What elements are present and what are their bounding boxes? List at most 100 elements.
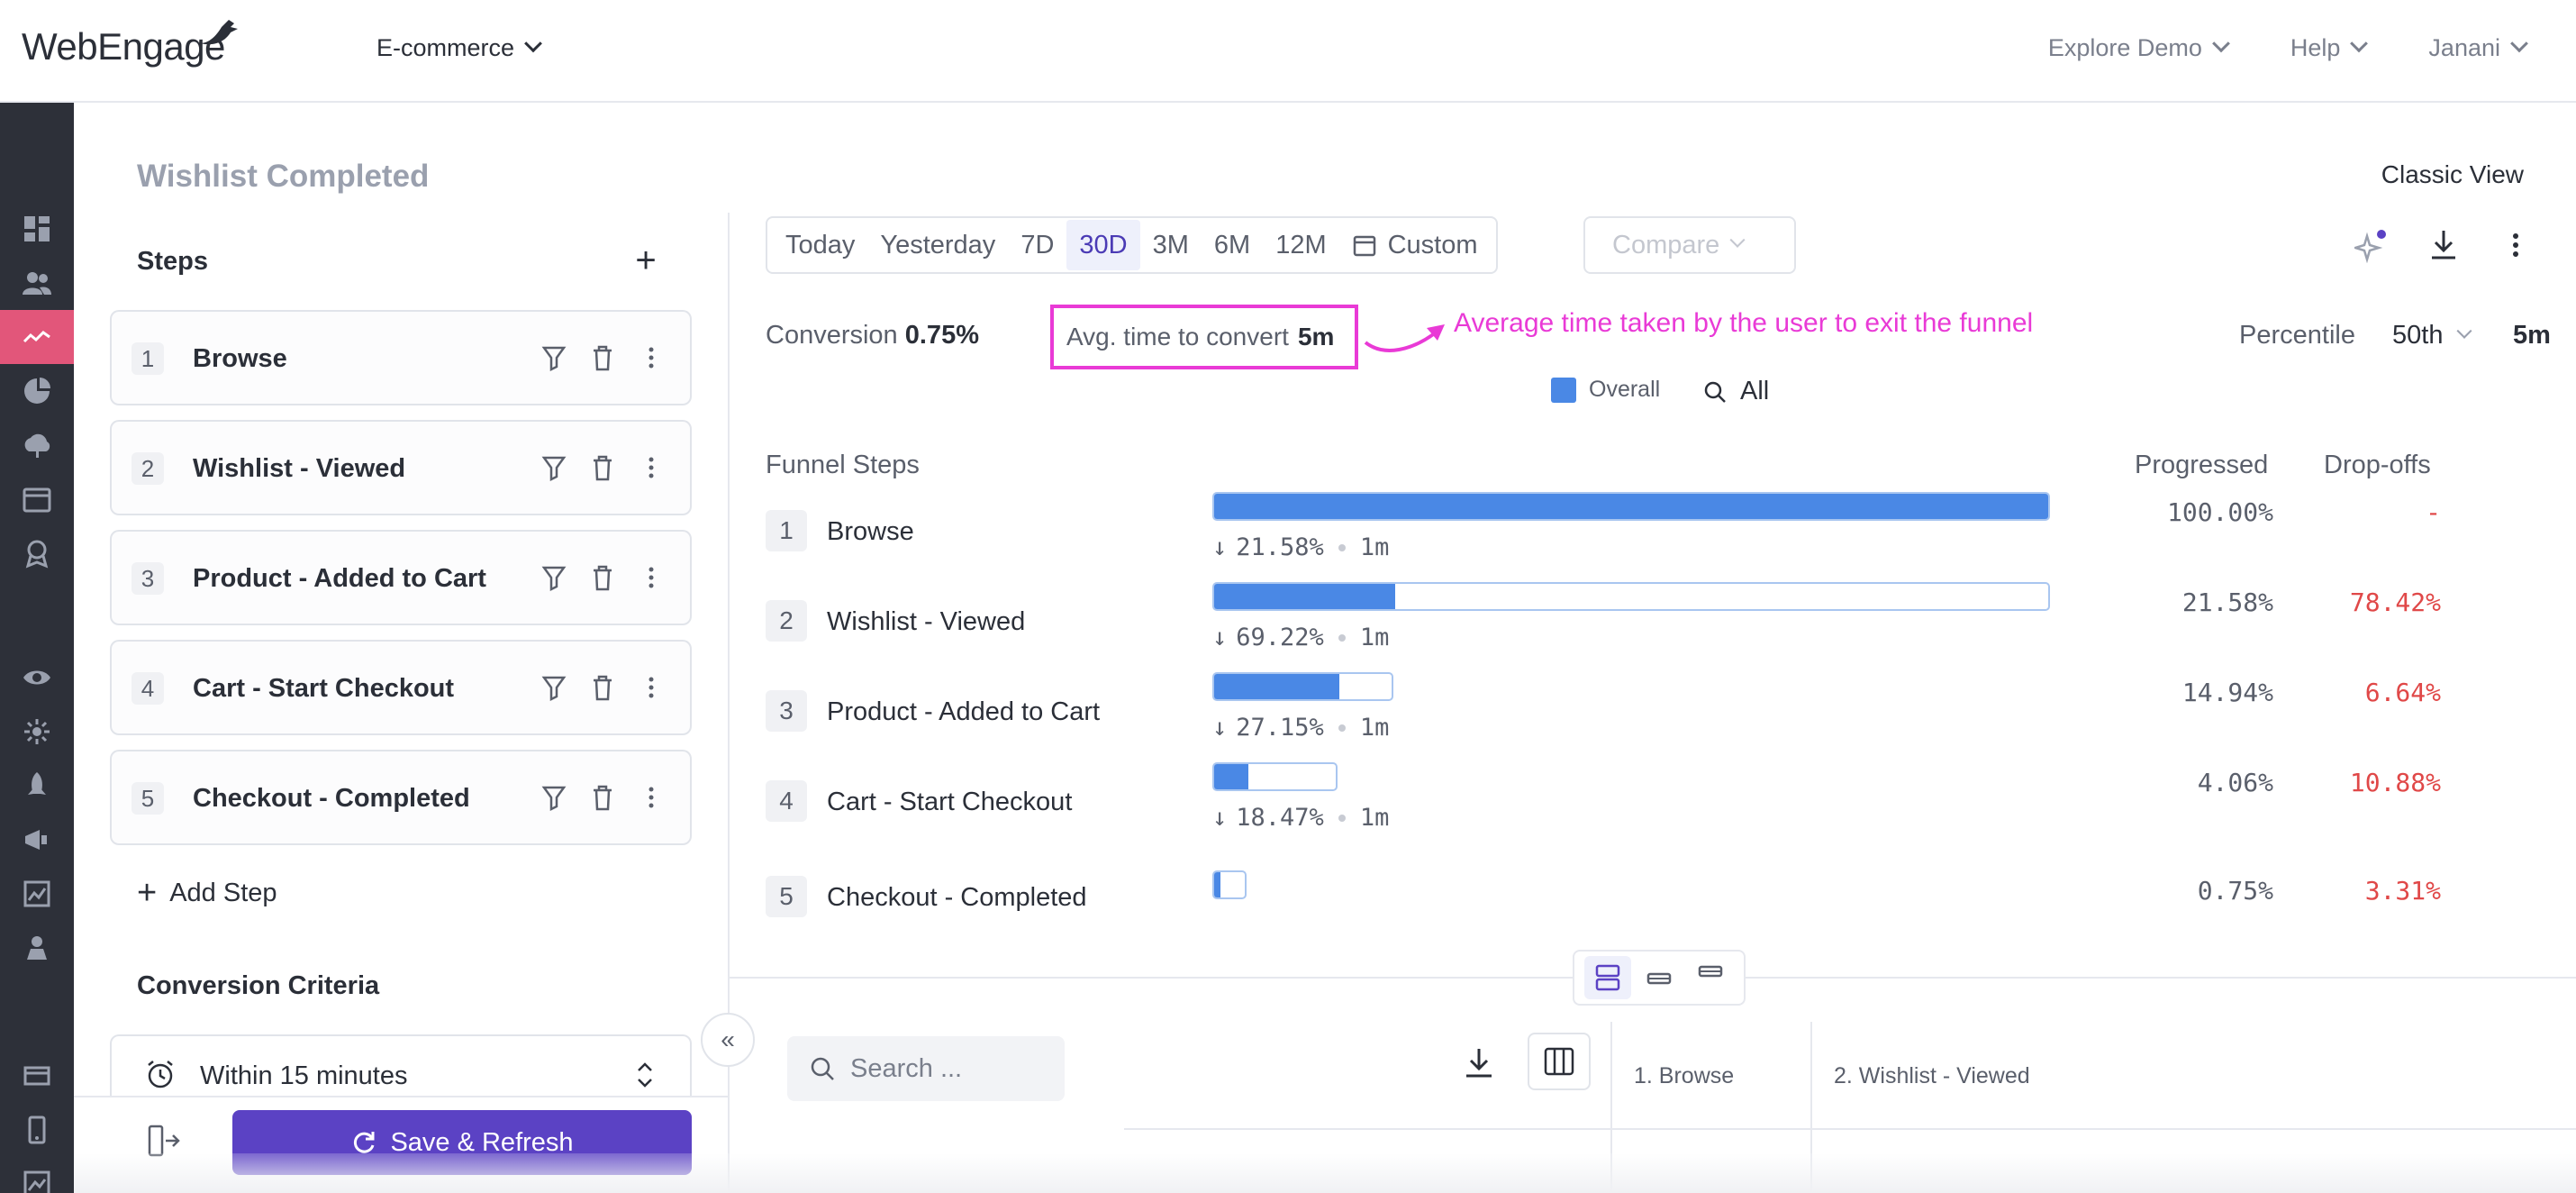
dropoff-value: - (2426, 497, 2441, 527)
funnel-bar[interactable] (1212, 672, 1393, 701)
explore-demo-menu[interactable]: Explore Demo (2048, 33, 2230, 62)
delete-icon[interactable] (589, 562, 616, 593)
add-step-plus-button[interactable]: + (625, 240, 667, 281)
nav-dashboard-icon[interactable] (0, 202, 74, 256)
nav-campaign-icon[interactable] (0, 813, 74, 867)
nav-mobile-icon[interactable] (0, 1103, 74, 1157)
step-conversion-pct: 18.47% (1236, 804, 1324, 832)
user-menu[interactable]: Janani (2428, 33, 2528, 62)
step-card[interactable]: 4 Cart - Start Checkout (110, 640, 692, 735)
more-options-icon[interactable] (638, 782, 665, 813)
more-options-icon[interactable] (638, 342, 665, 373)
step-card[interactable]: 5 Checkout - Completed (110, 750, 692, 845)
nav-settings-icon[interactable] (0, 705, 74, 759)
collapsed-view-button[interactable] (1687, 956, 1734, 999)
filter-icon[interactable] (540, 452, 567, 483)
more-options-icon[interactable] (2499, 227, 2533, 263)
nav-reports-icon[interactable] (0, 867, 74, 921)
legend-all-filter[interactable]: All (1702, 377, 1769, 406)
avg-time-to-convert: Avg. time to convert 5m (1050, 305, 1358, 369)
nav-segments-icon[interactable] (0, 364, 74, 418)
page-title[interactable]: Wishlist Completed (137, 159, 429, 195)
progressed-value: 14.94% (2181, 678, 2273, 707)
arrow-down-icon: ↓ (1212, 714, 1228, 742)
calendar-icon (1353, 235, 1375, 257)
nav-analytics-icon[interactable] (0, 310, 74, 364)
compare-dropdown[interactable]: Compare (1583, 216, 1796, 274)
nav-chart-icon[interactable] (0, 1157, 74, 1193)
legend-overall[interactable]: Overall (1551, 377, 1660, 403)
funnel-step-number: 3 (766, 690, 807, 732)
nav-integrations-icon[interactable] (0, 921, 74, 975)
step-card[interactable]: 3 Product - Added to Cart (110, 530, 692, 625)
legend-all-label: All (1740, 377, 1770, 405)
funnel-bar[interactable] (1212, 762, 1338, 791)
tab-7d[interactable]: 7D (1008, 220, 1066, 270)
nav-billing-icon[interactable] (0, 1049, 74, 1103)
delete-icon[interactable] (589, 452, 616, 483)
more-options-icon[interactable] (638, 452, 665, 483)
step-number: 5 (132, 782, 164, 815)
columns-toggle-button[interactable] (1528, 1033, 1591, 1090)
classic-view-link[interactable]: Classic View (2381, 160, 2524, 189)
help-menu[interactable]: Help (2290, 33, 2369, 62)
ai-sparkle-icon[interactable] (2354, 227, 2389, 263)
filter-icon[interactable] (540, 342, 567, 373)
nav-data-platform-icon[interactable] (0, 418, 74, 472)
annotation-text: Average time taken by the user to exit t… (1454, 308, 2034, 338)
tab-30d[interactable]: 30D (1066, 220, 1140, 270)
table-download-icon[interactable] (1461, 1045, 1497, 1081)
arrow-down-icon: ↓ (1212, 624, 1228, 651)
nav-catalog-icon[interactable] (0, 472, 74, 526)
separator-dot (1338, 543, 1346, 551)
percentile-dropdown[interactable]: 50th (2392, 321, 2472, 351)
dropoff-value: 3.31% (2364, 876, 2441, 906)
alarm-clock-icon (148, 1061, 173, 1088)
toolbar-icons (2354, 227, 2533, 263)
chevron-down-icon (2510, 33, 2528, 52)
nav-eye-icon[interactable] (0, 651, 74, 705)
nav-rocket-icon[interactable] (0, 759, 74, 813)
delete-icon[interactable] (589, 342, 616, 373)
delete-icon[interactable] (589, 782, 616, 813)
filter-icon[interactable] (540, 672, 567, 703)
project-dropdown[interactable]: E-commerce (376, 33, 542, 62)
step-conversion-pct: 27.15% (1236, 714, 1324, 742)
funnel-bar[interactable] (1212, 870, 1247, 899)
compact-view-button[interactable] (1636, 956, 1683, 999)
tab-custom[interactable]: Custom (1339, 220, 1491, 270)
funnel-step-number: 2 (766, 600, 807, 642)
expanded-view-button[interactable] (1583, 956, 1631, 999)
up-down-chevron-icon (638, 1062, 652, 1088)
tab-today[interactable]: Today (773, 220, 867, 270)
nav-users-icon[interactable] (0, 256, 74, 310)
table-column-header[interactable]: 1. Browse (1634, 1063, 1734, 1089)
progressed-value: 4.06% (2197, 768, 2273, 797)
table-search-input[interactable]: Search ... (787, 1036, 1065, 1101)
delete-icon[interactable] (589, 672, 616, 703)
more-options-icon[interactable] (638, 562, 665, 593)
top-bar: WebEngage E-commerce Explore Demo Help J… (0, 0, 2576, 103)
step-card[interactable]: 1 Browse (110, 310, 692, 405)
annotation-arrow-icon (1364, 324, 1445, 352)
step-time: 1m (1359, 624, 1390, 651)
tab-12m[interactable]: 12M (1263, 220, 1338, 270)
tab-6m[interactable]: 6M (1202, 220, 1263, 270)
funnel-bar[interactable] (1212, 582, 2050, 611)
more-options-icon[interactable] (638, 672, 665, 703)
step-card[interactable]: 2 Wishlist - Viewed (110, 420, 692, 515)
chevron-down-icon (2350, 33, 2369, 52)
tab-yesterday[interactable]: Yesterday (867, 220, 1008, 270)
collapse-panel-button[interactable]: « (701, 1013, 755, 1067)
table-column-header[interactable]: 2. Wishlist - Viewed (1834, 1063, 2030, 1089)
nav-badge-icon[interactable] (0, 526, 74, 580)
tab-3m[interactable]: 3M (1140, 220, 1202, 270)
funnel-step-number: 5 (766, 876, 807, 917)
add-step-button[interactable]: + Add Step (137, 874, 277, 913)
steps-title: Steps (137, 247, 208, 276)
step-time: 1m (1359, 533, 1390, 561)
download-icon[interactable] (2426, 227, 2461, 263)
filter-icon[interactable] (540, 562, 567, 593)
funnel-bar[interactable] (1212, 492, 2050, 521)
filter-icon[interactable] (540, 782, 567, 813)
